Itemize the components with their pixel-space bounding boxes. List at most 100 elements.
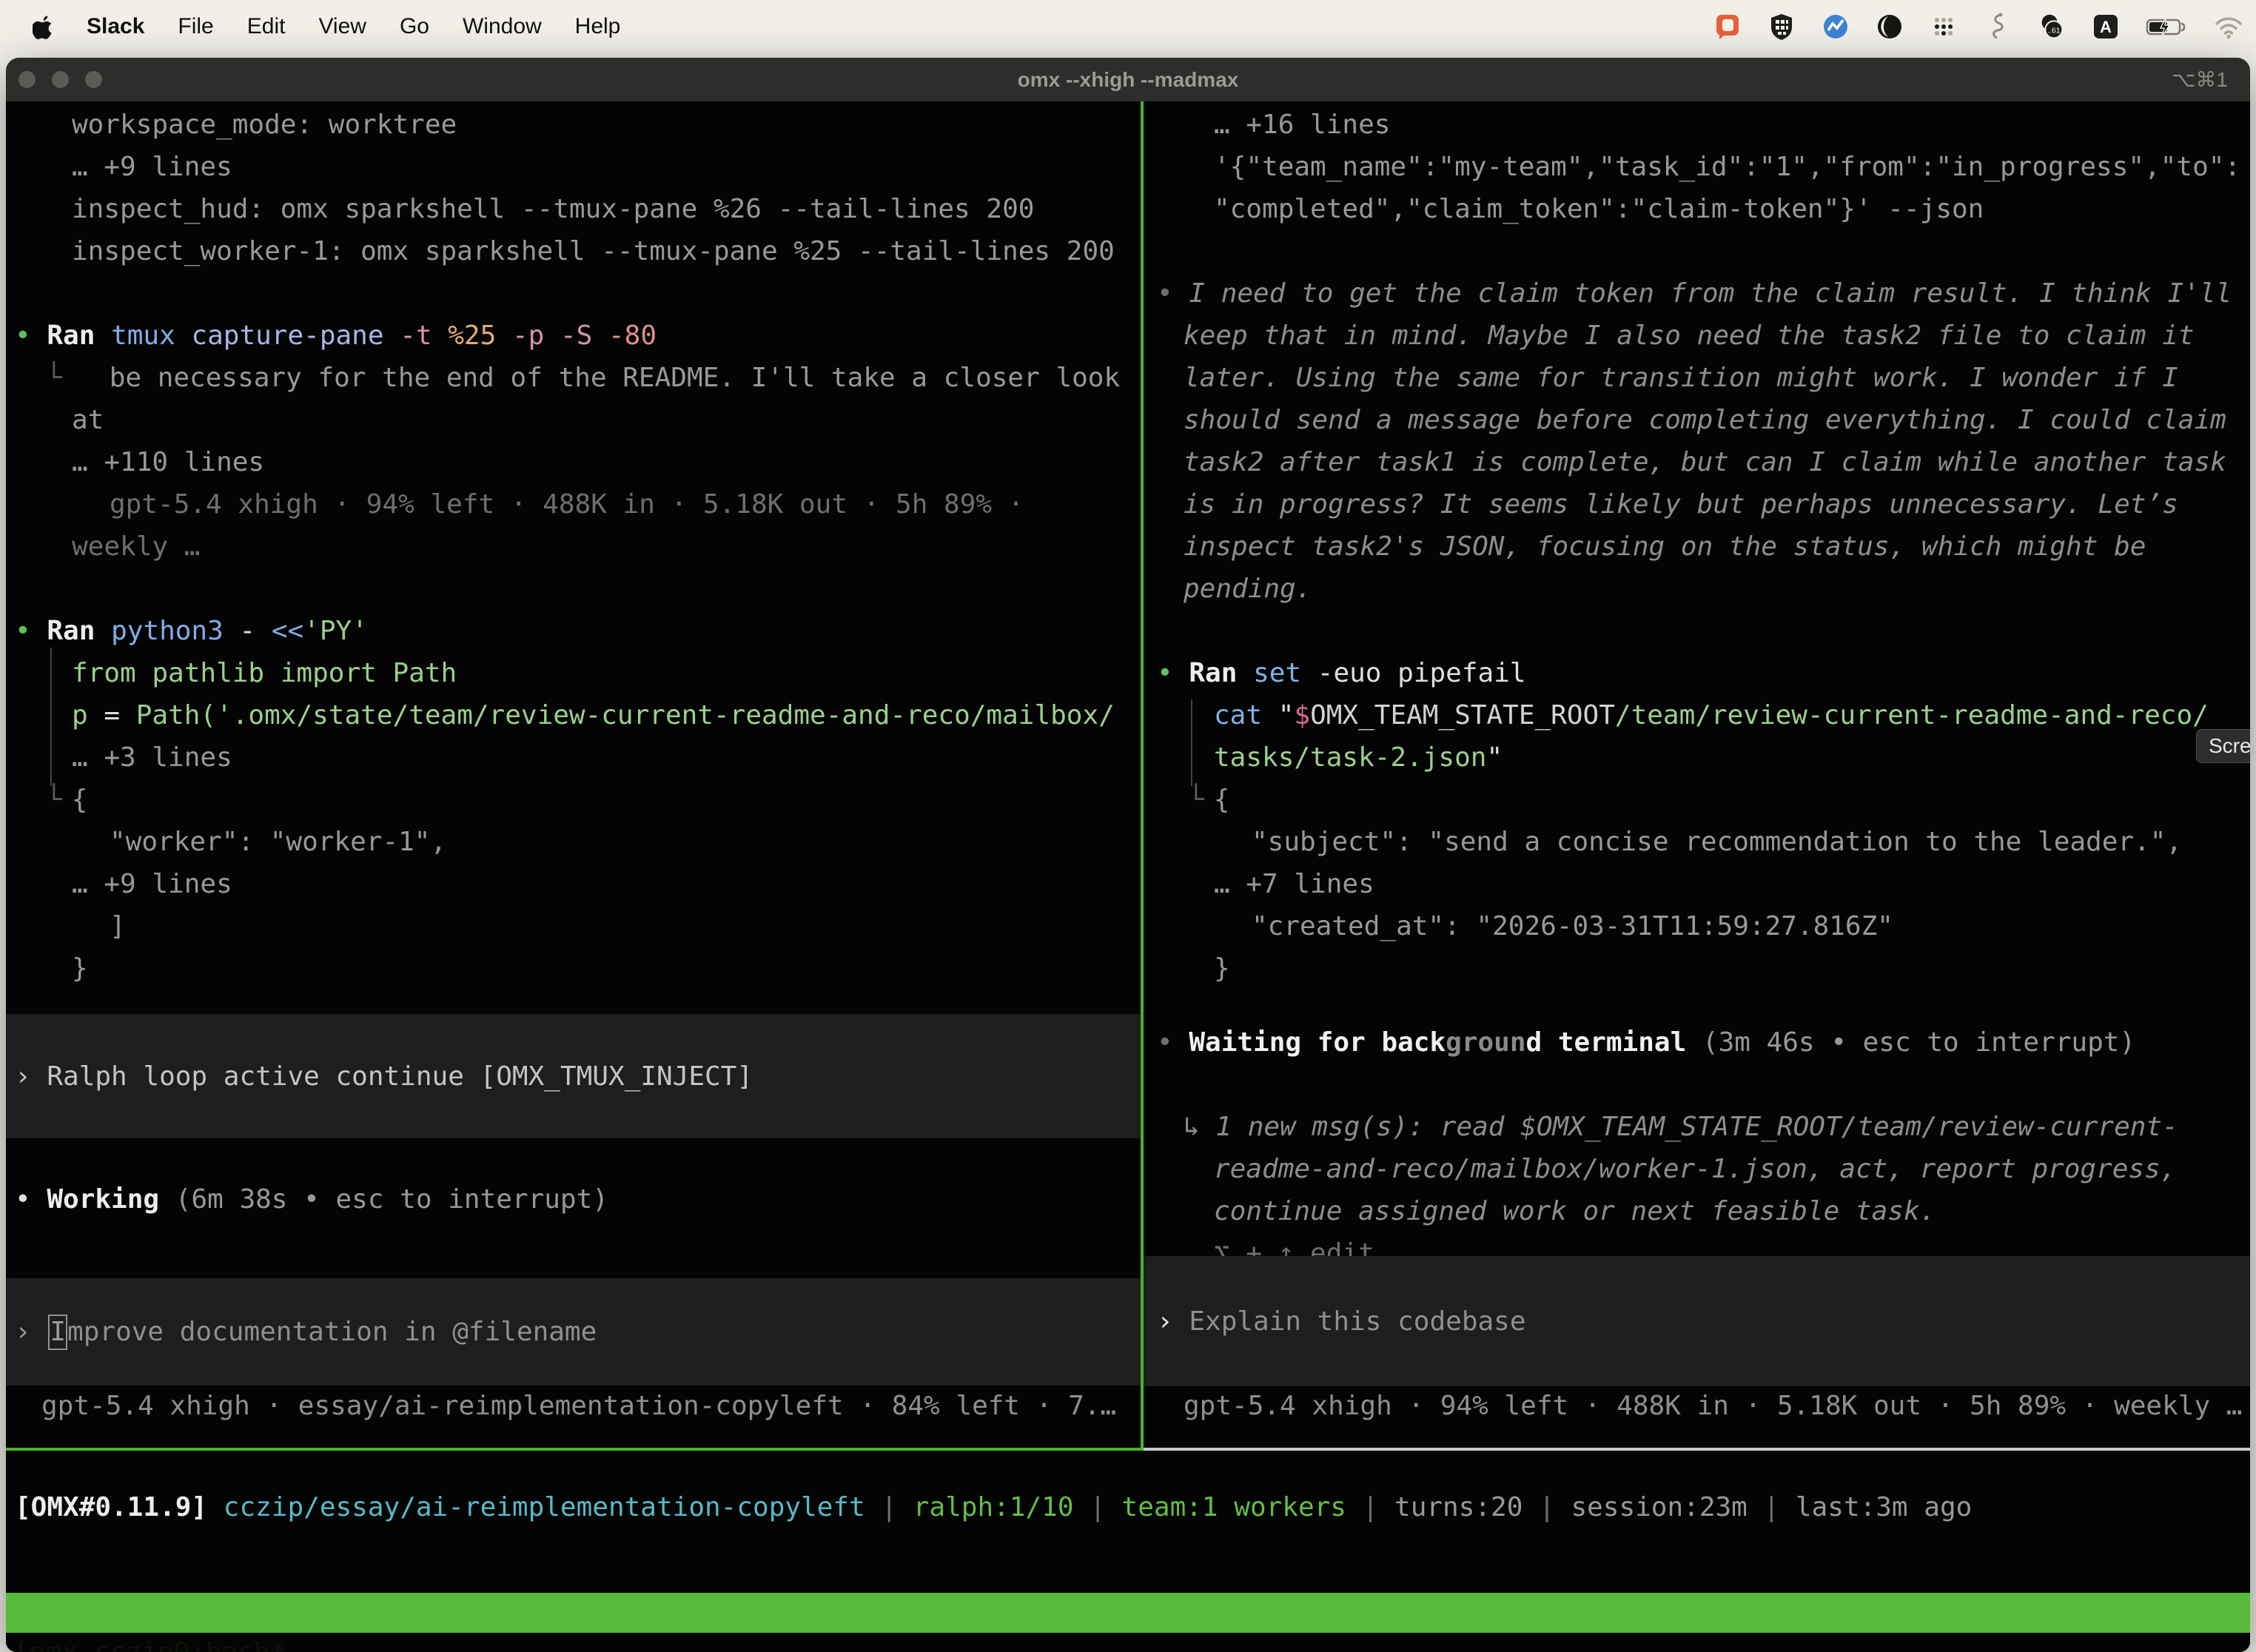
tool-call-connector (1191, 699, 1192, 786)
terminal-text-segment: '{"team_name":"my-team","task_id":"1","f… (1214, 152, 2240, 182)
terminal-text-segment: … +9 lines (72, 152, 232, 182)
terminal-line: later. Using the same for transition mig… (1184, 357, 2250, 399)
tmux-pane-right[interactable]: … +16 lines '{"team_name":"my-team","task… (1144, 101, 2250, 1448)
terminal-line (1157, 1064, 2250, 1106)
terminal-line: └ be necessary for the end of the README.… (15, 357, 1141, 399)
terminal-text-segment: • (15, 1184, 47, 1215)
terminal-text-segment: • (1157, 1027, 1189, 1058)
terminal-text-segment: Path('.omx/state/team/review-current-rea… (136, 700, 1115, 731)
terminal-line: readme-and-reco/mailbox/worker-1.json, a… (1214, 1148, 2250, 1190)
screen-tooltip: Scre (2196, 729, 2250, 763)
crescent-app-icon[interactable] (1874, 11, 1905, 42)
terminal-text-segment: p (72, 700, 104, 731)
terminal-text-segment: 'PY' (303, 616, 368, 646)
input-source-icon[interactable]: A (2090, 11, 2121, 42)
terminal-text-segment: = (104, 700, 135, 731)
terminal-text-segment: -S (560, 320, 608, 351)
terminal-line: └{ (1157, 779, 2250, 821)
terminal-text-segment: -80 (608, 320, 657, 351)
terminal-text-segment: weekly … (72, 531, 200, 562)
terminal-text-segment: • (15, 320, 47, 351)
terminal-text-segment: ] (110, 911, 126, 941)
terminal-line: from pathlib import Path (72, 652, 1141, 694)
terminal-line: } (1214, 947, 2250, 990)
dots-grid-icon[interactable] (1928, 11, 1959, 42)
terminal-text-segment: continue assigned work or next feasible … (1214, 1196, 1936, 1226)
left-injected-prompt-box[interactable]: › Ralph loop active continue [OMX_TMUX_I… (6, 1014, 1141, 1138)
terminal-text-segment: last:3m ago (1796, 1492, 1972, 1522)
terminal-text-segment: • (15, 616, 47, 646)
terminal-text-segment: -t (400, 320, 448, 351)
hook-app-icon[interactable] (1982, 11, 2013, 42)
pulse-app-icon[interactable] (1820, 11, 1851, 42)
terminal-text-segment: keep that in mind. Maybe I also need the… (1184, 320, 2194, 351)
terminal-line: tasks/task-2.json" (1214, 736, 2250, 779)
wifi-icon[interactable] (2213, 11, 2244, 42)
terminal-text-segment: - (239, 616, 271, 646)
terminal-text-segment: { (1214, 785, 1230, 815)
terminal-text-segment: tmux (111, 320, 191, 351)
terminal-line: task2 after task1 is complete, but can I… (1184, 441, 2250, 483)
terminal-text-segment: task2 after task1 is complete, but can I… (1184, 447, 2226, 477)
terminal-text-segment: workspace_mode: worktree (72, 110, 457, 140)
terminal-line: "created_at": "2026-03-31T11:59:27.816Z" (1252, 905, 2250, 947)
left-command-input[interactable]: › Improve documentation in @filename (6, 1278, 1141, 1386)
terminal-text-segment: turns:20 (1394, 1492, 1523, 1522)
prompt-chevron: › (1144, 1306, 1189, 1337)
terminal-text-segment: team:1 workers (1122, 1492, 1346, 1522)
terminal-text-segment: << (272, 616, 303, 646)
terminal-line: continue assigned work or next feasible … (1214, 1190, 2250, 1232)
terminal-text-segment: … +16 lines (1214, 110, 1390, 140)
app-menu-slack[interactable]: Slack (87, 14, 144, 39)
terminal-text-segment (207, 1492, 224, 1522)
tmux-status-bar: [omx-cczip0:bash* "MacBook-Pro-44.local"… (6, 1593, 2250, 1633)
chat-app-icon[interactable] (1712, 11, 1743, 42)
terminal-text-segment: } (1214, 953, 1230, 984)
menu-go[interactable]: Go (400, 14, 429, 39)
terminal-text-segment: " (1486, 742, 1503, 773)
tmux-session-label: [omx-cczip0:bash* (13, 1633, 286, 1652)
menu-edit[interactable]: Edit (247, 14, 286, 39)
apple-menu[interactable] (33, 14, 53, 39)
menu-window[interactable]: Window (463, 14, 542, 39)
terminal-line: … +3 lines (72, 736, 1141, 779)
window-title-bar: omx --xhigh --madmax ⌥⌘1 (6, 58, 2250, 101)
terminal-text-segment: cczip/essay/ai-reimplementation-copyleft (224, 1492, 865, 1522)
terminal-text-segment: (3m 46s • esc to interrupt) (1702, 1027, 2135, 1058)
terminal-line (15, 568, 1141, 610)
battery-charging-icon[interactable] (2144, 11, 2190, 42)
tmux-pane-left[interactable]: workspace_mode: worktree … +9 lines inspec… (6, 101, 1141, 1448)
menu-help[interactable]: Help (575, 14, 621, 39)
terminal-line: • Ran tmux capture-pane -t %25 -p -S -80 (15, 315, 1141, 357)
terminal-text-segment: "worker": "worker-1", (110, 827, 446, 857)
terminal-line: inspect_worker-1: omx sparkshell --tmux-… (72, 230, 1141, 272)
left-session-usage: gpt-5.4 xhigh · essay/ai-reimplementatio… (41, 1385, 1137, 1427)
terminal-text-segment: └ (46, 363, 62, 393)
shield-grid-icon[interactable] (1766, 11, 1797, 42)
terminal-text-segment: at (72, 405, 104, 435)
terminal-line: p = Path('.omx/state/team/review-current… (72, 694, 1141, 736)
menu-bar: Slack File Edit View Go Window Help (0, 0, 2256, 53)
menu-view[interactable]: View (318, 14, 366, 39)
terminal-text-segment: OMX_TEAM_STATE_ROOT (1310, 700, 1615, 731)
terminal-text-segment: • (1157, 658, 1189, 688)
terminal-text-segment: -p (512, 320, 560, 351)
terminal-text-segment: inspect_worker-1: omx sparkshell --tmux-… (72, 236, 1115, 266)
terminal-text-segment: $ (1294, 700, 1310, 731)
terminal-text-segment: └ (46, 785, 62, 815)
terminal-line: "completed","claim_token":"claim-token"}… (1214, 188, 2250, 230)
terminal-line: is in progress? It seems likely but perh… (1184, 483, 2250, 526)
right-command-input[interactable]: › Explain this codebase (1144, 1256, 2250, 1386)
menu-file[interactable]: File (178, 14, 213, 39)
terminal-line: … +110 lines (72, 441, 1141, 483)
terminal-text-segment: Ran (47, 320, 111, 351)
terminal-text-segment: inspect_hud: omx sparkshell --tmux-pane … (72, 194, 1034, 224)
terminal-line: '{"team_name":"my-team","task_id":"1","f… (1214, 146, 2250, 188)
terminal-text-segment: (6m 38s • esc to interrupt) (175, 1184, 608, 1215)
terminal-line: pending. (1184, 568, 2250, 610)
badge-61-icon[interactable]: ..61 (2036, 11, 2067, 42)
terminal-text-segment: be necessary for the end of the README. … (110, 363, 1120, 393)
terminal-line (1157, 990, 2250, 1021)
terminal-text-segment: I need to get the claim token from the c… (1189, 278, 2232, 309)
terminal-line (15, 272, 1141, 315)
